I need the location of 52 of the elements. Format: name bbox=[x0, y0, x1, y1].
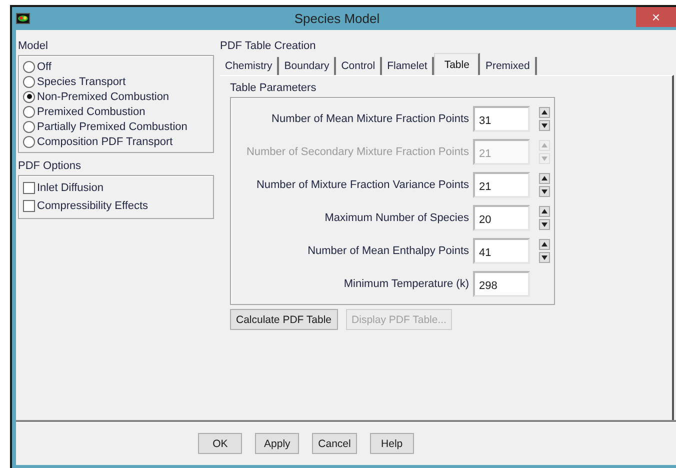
spin-up-icon[interactable] bbox=[539, 206, 550, 216]
spin-down-icon[interactable] bbox=[539, 120, 550, 130]
checkbox[interactable] bbox=[23, 182, 35, 194]
tab[interactable]: Table bbox=[434, 53, 480, 75]
radio-button[interactable] bbox=[23, 136, 35, 148]
number-field[interactable]: 21 bbox=[473, 172, 530, 198]
radio-button[interactable] bbox=[23, 106, 35, 118]
field-label: Maximum Number of Species bbox=[324, 212, 469, 224]
field-label: Number of Mean Enthalpy Points bbox=[308, 244, 469, 256]
tab[interactable]: Chemistry bbox=[220, 57, 280, 75]
radio-label[interactable]: Off bbox=[37, 60, 52, 72]
spin-up-icon[interactable] bbox=[539, 106, 550, 118]
checkbox[interactable] bbox=[23, 200, 35, 212]
number-field[interactable]: 41 bbox=[473, 238, 530, 264]
spin-down-icon[interactable] bbox=[539, 252, 550, 262]
spin-down-icon[interactable] bbox=[539, 218, 550, 230]
group-title: Table Parameters bbox=[230, 82, 318, 96]
dialog-button[interactable]: Apply bbox=[255, 433, 300, 454]
group-title: Model bbox=[18, 40, 49, 54]
action-button[interactable]: Calculate PDF Table bbox=[230, 309, 338, 330]
checkbox-label[interactable]: Inlet Diffusion bbox=[37, 182, 104, 194]
radio-label[interactable]: Non-Premixed Combustion bbox=[37, 90, 170, 102]
radio-label[interactable]: Composition PDF Transport bbox=[37, 136, 173, 148]
radio-label[interactable]: Partially Premixed Combustion bbox=[37, 120, 188, 132]
close-button[interactable]: × bbox=[636, 7, 676, 27]
dialog-button[interactable]: Help bbox=[370, 433, 414, 454]
spin-up-icon[interactable] bbox=[539, 172, 550, 184]
dialog-button[interactable]: OK bbox=[198, 433, 242, 454]
radio-button[interactable] bbox=[23, 76, 35, 88]
radio-label[interactable]: Premixed Combustion bbox=[37, 106, 146, 118]
tab[interactable]: Premixed bbox=[480, 57, 537, 75]
number-field[interactable]: 298 bbox=[473, 270, 530, 296]
number-field[interactable]: 31 bbox=[473, 106, 530, 132]
radio-button[interactable] bbox=[23, 90, 35, 102]
dialog-button[interactable]: Cancel bbox=[312, 433, 357, 454]
spin-up-icon[interactable] bbox=[539, 238, 550, 250]
spin-down-icon[interactable] bbox=[539, 186, 550, 196]
field-label: Number of Secondary Mixture Fraction Points bbox=[246, 146, 469, 158]
window-title: Species Model bbox=[293, 11, 381, 26]
radio-label[interactable]: Species Transport bbox=[37, 76, 126, 88]
group-title: PDF Options bbox=[18, 160, 82, 174]
checkbox-label[interactable]: Compressibility Effects bbox=[37, 200, 148, 212]
field-label: Number of Mean Mixture Fraction Points bbox=[272, 112, 469, 124]
number-field[interactable]: 20 bbox=[473, 204, 530, 230]
app-icon bbox=[16, 13, 30, 24]
field-label: Number of Mixture Fraction Variance Points bbox=[256, 178, 469, 190]
section-title: PDF Table Creation bbox=[220, 40, 317, 53]
radio-button[interactable] bbox=[23, 120, 35, 132]
tab[interactable]: Boundary bbox=[279, 57, 336, 75]
radio-button[interactable] bbox=[23, 60, 35, 72]
tab[interactable]: Control bbox=[336, 57, 382, 75]
field-label: Minimum Temperature (k) bbox=[344, 278, 469, 290]
